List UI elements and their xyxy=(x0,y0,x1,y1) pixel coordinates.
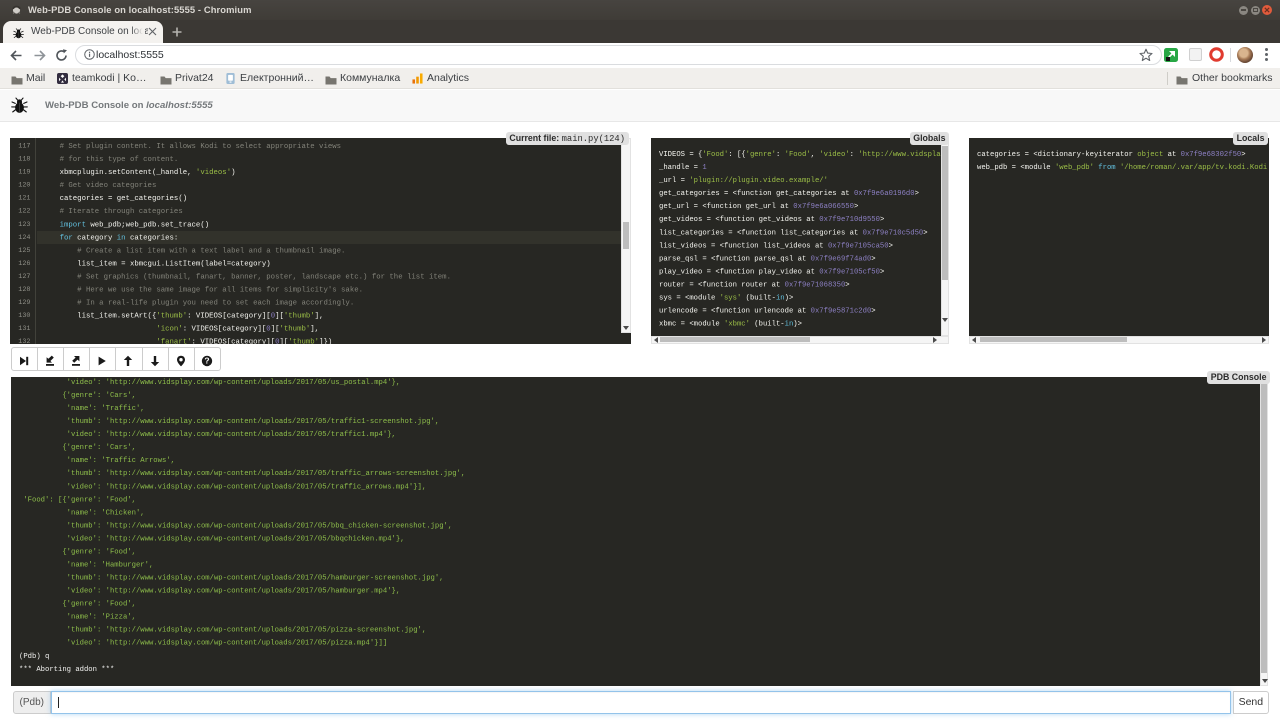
svg-text:?: ? xyxy=(204,355,209,365)
